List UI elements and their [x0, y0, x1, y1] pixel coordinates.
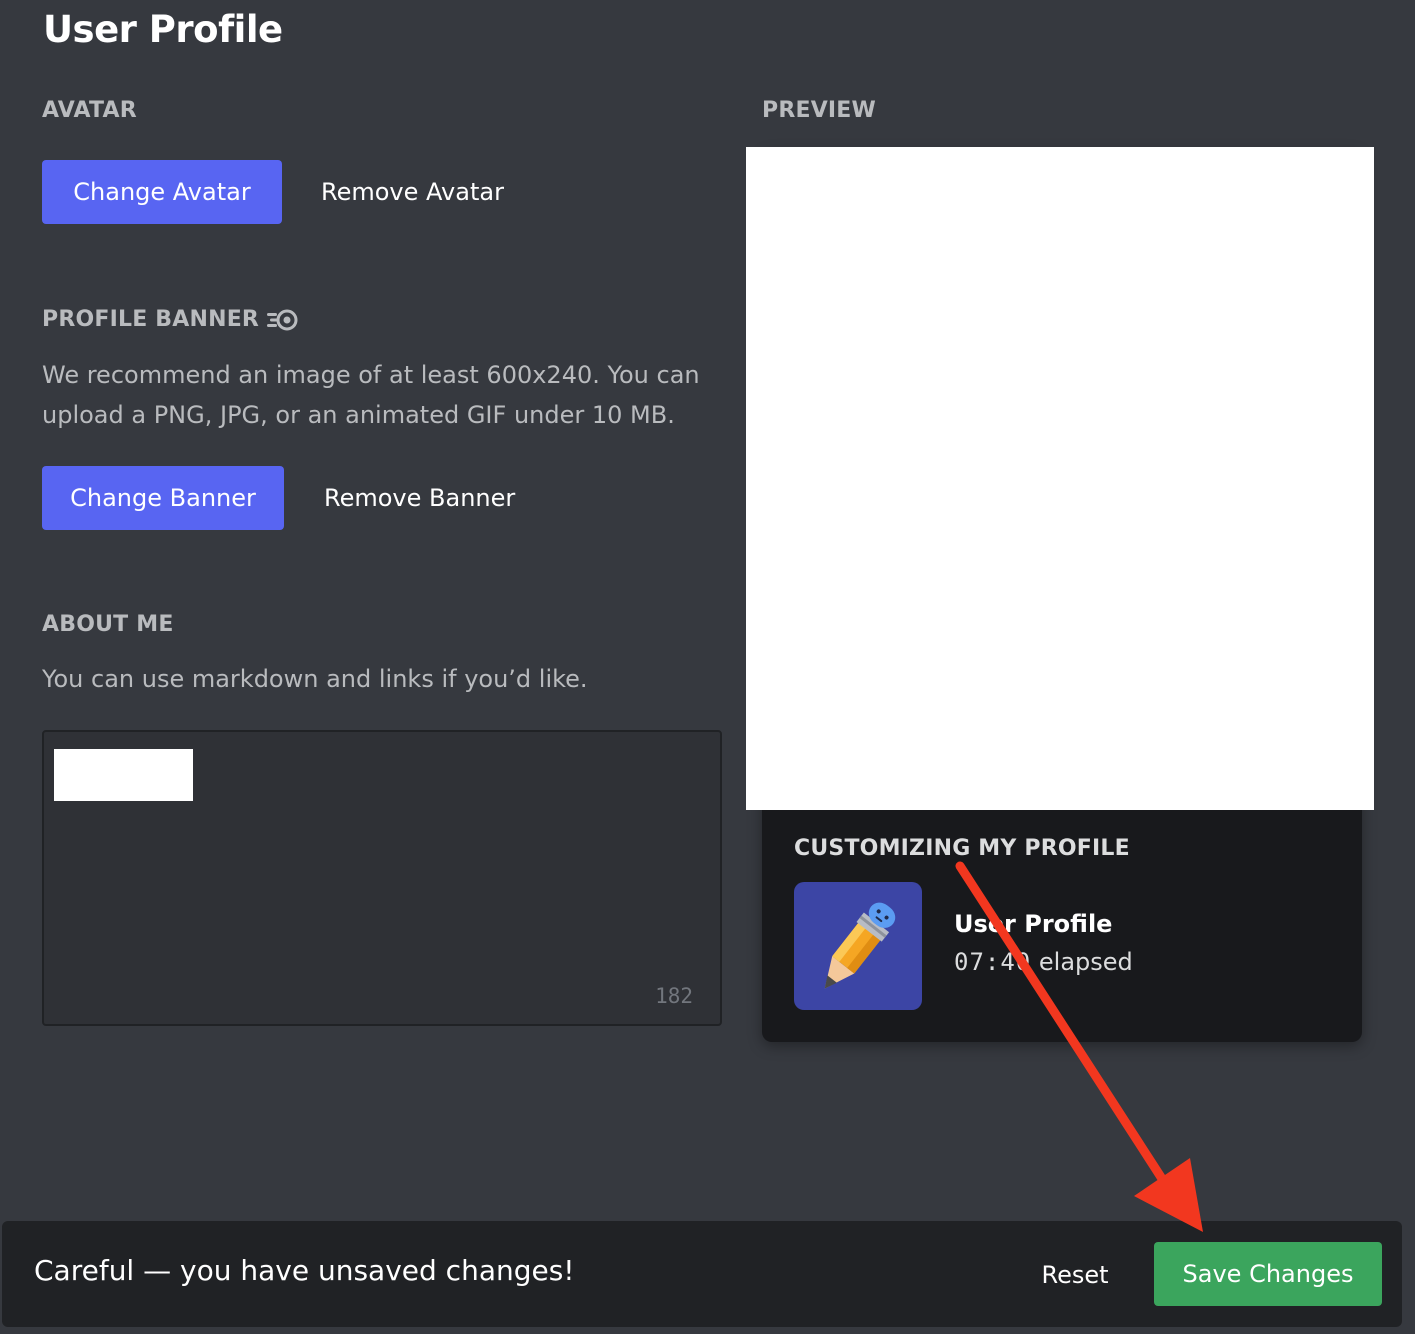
- remove-avatar-button[interactable]: Remove Avatar: [321, 160, 504, 224]
- page-title: User Profile: [43, 8, 283, 51]
- preview-section-header: PREVIEW: [762, 98, 876, 123]
- user-profile-settings: User Profile AVATAR Change Avatar Remove…: [0, 0, 1415, 1334]
- save-changes-button[interactable]: Save Changes: [1154, 1242, 1382, 1306]
- profile-banner-description: We recommend an image of at least 600x24…: [42, 361, 700, 429]
- profile-banner-header-label: PROFILE BANNER: [42, 307, 260, 332]
- redacted-preview-area: [746, 147, 1374, 810]
- about-me-textarea[interactable]: 182: [42, 730, 722, 1026]
- character-count: 182: [655, 984, 693, 1008]
- redacted-text-block: [54, 749, 193, 801]
- elapsed-suffix: elapsed: [1038, 948, 1133, 976]
- activity-title: User Profile: [954, 910, 1113, 938]
- change-banner-button[interactable]: Change Banner: [42, 466, 284, 530]
- reset-button[interactable]: Reset: [1030, 1244, 1120, 1306]
- nitro-icon: [265, 308, 299, 332]
- profile-banner-section-header: PROFILE BANNER: [42, 307, 299, 332]
- activity-elapsed: 07:40 elapsed: [954, 948, 1133, 976]
- about-me-description: You can use markdown and links if you’d …: [42, 665, 588, 693]
- pencil-icon: [794, 882, 922, 1010]
- elapsed-time: 07:40: [954, 948, 1032, 976]
- avatar-section-header: AVATAR: [42, 98, 137, 123]
- unsaved-changes-message: Careful — you have unsaved changes!: [34, 1254, 575, 1287]
- activity-header: CUSTOMIZING MY PROFILE: [794, 836, 1130, 861]
- remove-banner-button[interactable]: Remove Banner: [324, 466, 515, 530]
- change-avatar-button[interactable]: Change Avatar: [42, 160, 282, 224]
- about-me-section-header: ABOUT ME: [42, 612, 174, 637]
